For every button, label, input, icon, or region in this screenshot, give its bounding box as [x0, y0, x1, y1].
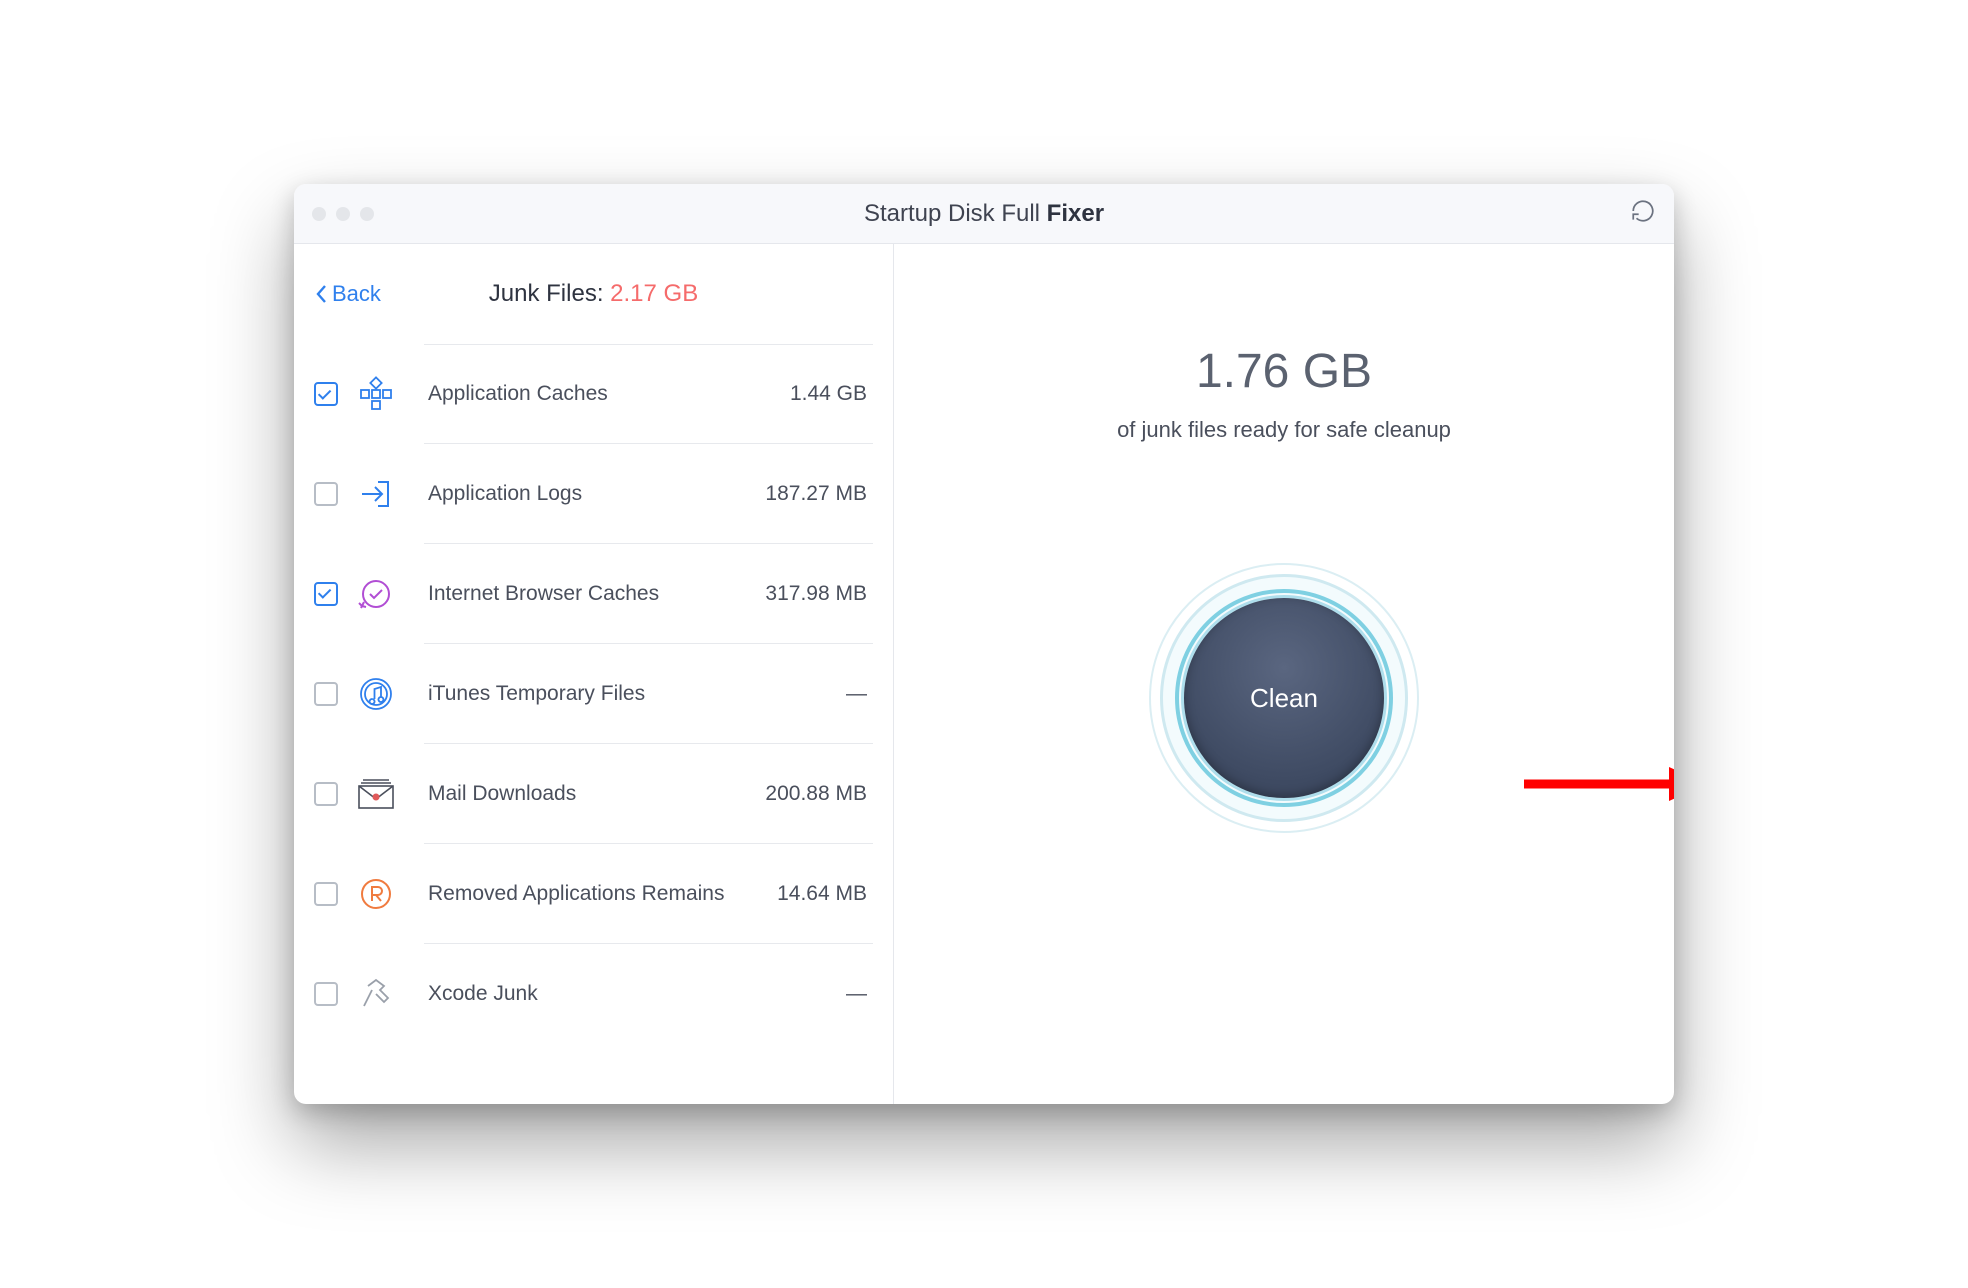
category-checkbox[interactable]	[314, 582, 338, 606]
category-label: Internet Browser Caches	[424, 582, 659, 606]
back-label: Back	[332, 281, 381, 307]
category-size: 1.44 GB	[790, 382, 873, 406]
title-bar: Startup Disk Full Fixer	[294, 184, 1674, 244]
close-dot[interactable]	[312, 207, 326, 221]
grid-icon	[356, 374, 396, 414]
category-row[interactable]: Application Caches 1.44 GB	[424, 344, 873, 444]
category-size: 317.98 MB	[765, 582, 873, 606]
category-row[interactable]: Internet Browser Caches 317.98 MB	[424, 544, 873, 644]
category-size: 200.88 MB	[765, 782, 873, 806]
category-size: 187.27 MB	[765, 482, 873, 506]
back-button[interactable]: Back	[314, 281, 381, 307]
category-label: Application Logs	[424, 482, 582, 506]
right-panel: 1.76 GB of junk files ready for safe cle…	[894, 244, 1674, 1104]
category-row[interactable]: Removed Applications Remains 14.64 MB	[424, 844, 873, 944]
r-circle-icon	[356, 874, 396, 914]
minimize-dot[interactable]	[336, 207, 350, 221]
category-label: Application Caches	[424, 382, 608, 406]
annotation-arrow-icon	[1519, 759, 1674, 809]
category-row[interactable]: Xcode Junk —	[424, 944, 873, 1044]
category-checkbox[interactable]	[314, 482, 338, 506]
hammer-icon	[356, 974, 396, 1014]
category-row[interactable]: iTunes Temporary Files —	[424, 644, 873, 744]
window-title: Startup Disk Full Fixer	[294, 200, 1674, 228]
circle-check-icon	[356, 574, 396, 614]
selected-size: 1.76 GB	[1196, 344, 1372, 399]
envelope-icon	[356, 774, 396, 814]
chevron-left-icon	[314, 282, 330, 306]
junk-size: 2.17 GB	[610, 280, 698, 307]
category-list: Application Caches 1.44 GB Application Log…	[424, 344, 873, 1044]
app-window: Startup Disk Full Fixer Back Junk Files:…	[294, 184, 1674, 1104]
category-row[interactable]: Application Logs 187.27 MB	[424, 444, 873, 544]
category-checkbox[interactable]	[314, 882, 338, 906]
title-bold: Fixer	[1047, 200, 1104, 227]
category-checkbox[interactable]	[314, 682, 338, 706]
category-label: Xcode Junk	[424, 982, 538, 1006]
category-checkbox[interactable]	[314, 382, 338, 406]
category-size: 14.64 MB	[777, 882, 873, 906]
selected-subtext: of junk files ready for safe cleanup	[1117, 417, 1451, 443]
clean-label: Clean	[1250, 683, 1318, 714]
category-label: iTunes Temporary Files	[424, 682, 645, 706]
arrow-in-icon	[356, 474, 396, 514]
category-size: —	[846, 682, 873, 706]
category-label: Mail Downloads	[424, 782, 576, 806]
music-note-icon	[356, 674, 396, 714]
zoom-dot[interactable]	[360, 207, 374, 221]
clean-button[interactable]: Clean	[1149, 563, 1419, 833]
refresh-button[interactable]	[1630, 198, 1656, 229]
category-label: Removed Applications Remains	[424, 882, 724, 906]
main-body: Back Junk Files: 2.17 GB Application Cac…	[294, 244, 1674, 1104]
left-header: Back Junk Files: 2.17 GB	[314, 264, 873, 324]
category-checkbox[interactable]	[314, 982, 338, 1006]
category-size: —	[846, 982, 873, 1006]
title-prefix: Startup Disk Full	[864, 200, 1047, 227]
category-row[interactable]: Mail Downloads 200.88 MB	[424, 744, 873, 844]
traffic-lights	[312, 207, 374, 221]
clean-core: Clean	[1184, 598, 1384, 798]
left-panel: Back Junk Files: 2.17 GB Application Cac…	[294, 244, 894, 1104]
junk-label: Junk Files:	[489, 280, 610, 307]
category-checkbox[interactable]	[314, 782, 338, 806]
junk-title: Junk Files: 2.17 GB	[314, 280, 873, 308]
